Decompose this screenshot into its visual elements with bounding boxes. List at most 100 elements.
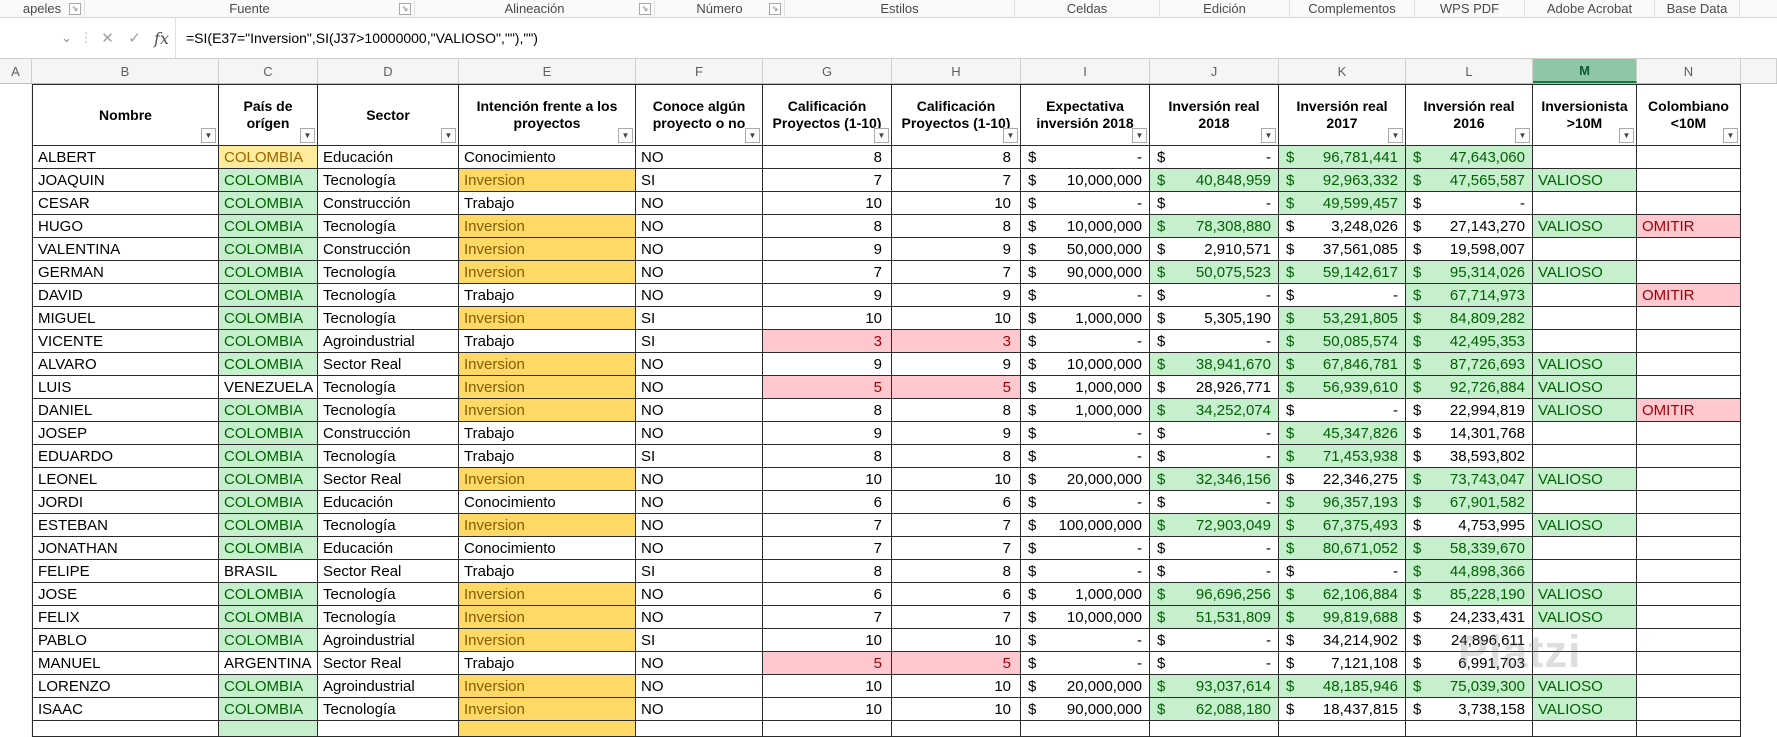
cell-g-14[interactable]: 10: [763, 468, 892, 491]
cell-g-12[interactable]: 9: [763, 422, 892, 445]
header-cell-l[interactable]: Inversión real 2016 ▼: [1406, 84, 1533, 146]
header-cell-i[interactable]: Expectativa inversión 2018 ▼: [1021, 84, 1150, 146]
filter-dropdown-button[interactable]: ▼: [201, 128, 216, 143]
cell-n-8[interactable]: [1637, 330, 1741, 353]
cell-g-2[interactable]: 10: [763, 192, 892, 215]
cell-i-14[interactable]: $20,000,000: [1021, 468, 1150, 491]
cell-e-2[interactable]: Trabajo: [459, 192, 636, 215]
cell-c-18[interactable]: BRASIL: [219, 560, 318, 583]
cell-e-1[interactable]: Inversion: [459, 169, 636, 192]
cell-h-7[interactable]: 10: [892, 307, 1021, 330]
cell-i-0[interactable]: $ -: [1021, 146, 1150, 169]
cell-n-5[interactable]: [1637, 261, 1741, 284]
cell-d-17[interactable]: Educación: [318, 537, 459, 560]
cell-j-23[interactable]: $93,037,614: [1150, 675, 1279, 698]
cell-k-1[interactable]: $92,963,332: [1279, 169, 1406, 192]
cell-e-12[interactable]: Trabajo: [459, 422, 636, 445]
cell-h-23[interactable]: 10: [892, 675, 1021, 698]
cell-n-partial[interactable]: [1637, 721, 1741, 737]
cell-g-15[interactable]: 6: [763, 491, 892, 514]
cell-d-14[interactable]: Sector Real: [318, 468, 459, 491]
column-header-j[interactable]: J: [1150, 59, 1279, 83]
cell-g-6[interactable]: 9: [763, 284, 892, 307]
enter-button[interactable]: ✓: [121, 18, 148, 58]
cell-l-1[interactable]: $47,565,587: [1406, 169, 1533, 192]
cell-f-9[interactable]: NO: [636, 353, 763, 376]
cell-c-24[interactable]: COLOMBIA: [219, 698, 318, 721]
cell-b-19[interactable]: JOSE: [32, 583, 219, 606]
cell-g-8[interactable]: 3: [763, 330, 892, 353]
cell-g-22[interactable]: 5: [763, 652, 892, 675]
column-header-e[interactable]: E: [459, 59, 636, 83]
cell-k-partial[interactable]: [1279, 721, 1406, 737]
formula-input[interactable]: =SI(E37="Inversion",SI(J37>10000000,"VAL…: [175, 18, 1777, 58]
cell-n-24[interactable]: [1637, 698, 1741, 721]
cell-j-4[interactable]: $2,910,571: [1150, 238, 1279, 261]
header-cell-f[interactable]: Conoce algún proyecto o no ▼: [636, 84, 763, 146]
cell-f-partial[interactable]: [636, 721, 763, 737]
cell-j-24[interactable]: $62,088,180: [1150, 698, 1279, 721]
filter-dropdown-button[interactable]: ▼: [1261, 128, 1276, 143]
column-header-m[interactable]: M: [1533, 59, 1637, 83]
cell-f-24[interactable]: NO: [636, 698, 763, 721]
cell-k-14[interactable]: $22,346,275: [1279, 468, 1406, 491]
cell-partial-6[interactable]: [1741, 284, 1777, 307]
cell-g-3[interactable]: 8: [763, 215, 892, 238]
cell-k-22[interactable]: $7,121,108: [1279, 652, 1406, 675]
cell-partial-11[interactable]: [1741, 399, 1777, 422]
cell-j-7[interactable]: $5,305,190: [1150, 307, 1279, 330]
cell-e-22[interactable]: Trabajo: [459, 652, 636, 675]
cell-l-2[interactable]: $ -: [1406, 192, 1533, 215]
cell-n-14[interactable]: [1637, 468, 1741, 491]
cell-j-18[interactable]: $ -: [1150, 560, 1279, 583]
cell-d-18[interactable]: Sector Real: [318, 560, 459, 583]
cell-partial-24[interactable]: [1741, 698, 1777, 721]
cell-f-3[interactable]: NO: [636, 215, 763, 238]
cell-g-16[interactable]: 7: [763, 514, 892, 537]
cell-e-16[interactable]: Inversion: [459, 514, 636, 537]
cell-d-9[interactable]: Sector Real: [318, 353, 459, 376]
cell-b-11[interactable]: DANIEL: [32, 399, 219, 422]
cell-c-19[interactable]: COLOMBIA: [219, 583, 318, 606]
cell-a-3[interactable]: [0, 215, 32, 238]
cell-k-19[interactable]: $62,106,884: [1279, 583, 1406, 606]
cell-b-12[interactable]: JOSEP: [32, 422, 219, 445]
cell-i-20[interactable]: $10,000,000: [1021, 606, 1150, 629]
cell-e-24[interactable]: Inversion: [459, 698, 636, 721]
cell-g-10[interactable]: 5: [763, 376, 892, 399]
cell-h-1[interactable]: 7: [892, 169, 1021, 192]
cell-a-21[interactable]: [0, 629, 32, 652]
header-cell-m[interactable]: Inversionista >10M ▼: [1533, 84, 1637, 146]
cell-n-16[interactable]: [1637, 514, 1741, 537]
cell-d-23[interactable]: Agroindustrial: [318, 675, 459, 698]
cell-l-7[interactable]: $84,809,282: [1406, 307, 1533, 330]
cell-k-24[interactable]: $18,437,815: [1279, 698, 1406, 721]
cell-n-11[interactable]: OMITIR: [1637, 399, 1741, 422]
cell-g-13[interactable]: 8: [763, 445, 892, 468]
cell-b-24[interactable]: ISAAC: [32, 698, 219, 721]
cell-d-13[interactable]: Tecnología: [318, 445, 459, 468]
cell-n-22[interactable]: [1637, 652, 1741, 675]
cell-a-17[interactable]: [0, 537, 32, 560]
cell-i-24[interactable]: $90,000,000: [1021, 698, 1150, 721]
cell-i-16[interactable]: $100,000,000: [1021, 514, 1150, 537]
cell-m-6[interactable]: [1533, 284, 1637, 307]
cell-b-5[interactable]: GERMAN: [32, 261, 219, 284]
cell-h-partial[interactable]: [892, 721, 1021, 737]
cell-n-18[interactable]: [1637, 560, 1741, 583]
cell-c-20[interactable]: COLOMBIA: [219, 606, 318, 629]
cell-h-5[interactable]: 7: [892, 261, 1021, 284]
cell-j-1[interactable]: $40,848,959: [1150, 169, 1279, 192]
cell-d-8[interactable]: Agroindustrial: [318, 330, 459, 353]
column-header-c[interactable]: C: [219, 59, 318, 83]
header-cell-e[interactable]: Intención frente a los proyectos ▼: [459, 84, 636, 146]
cell-h-13[interactable]: 8: [892, 445, 1021, 468]
cell-a-18[interactable]: [0, 560, 32, 583]
filter-dropdown-button[interactable]: ▼: [1132, 128, 1147, 143]
cell-i-13[interactable]: $ -: [1021, 445, 1150, 468]
cell-k-20[interactable]: $99,819,688: [1279, 606, 1406, 629]
cell-k-4[interactable]: $37,561,085: [1279, 238, 1406, 261]
cell-b-18[interactable]: FELIPE: [32, 560, 219, 583]
cell-j-14[interactable]: $32,346,156: [1150, 468, 1279, 491]
cell-g-11[interactable]: 8: [763, 399, 892, 422]
